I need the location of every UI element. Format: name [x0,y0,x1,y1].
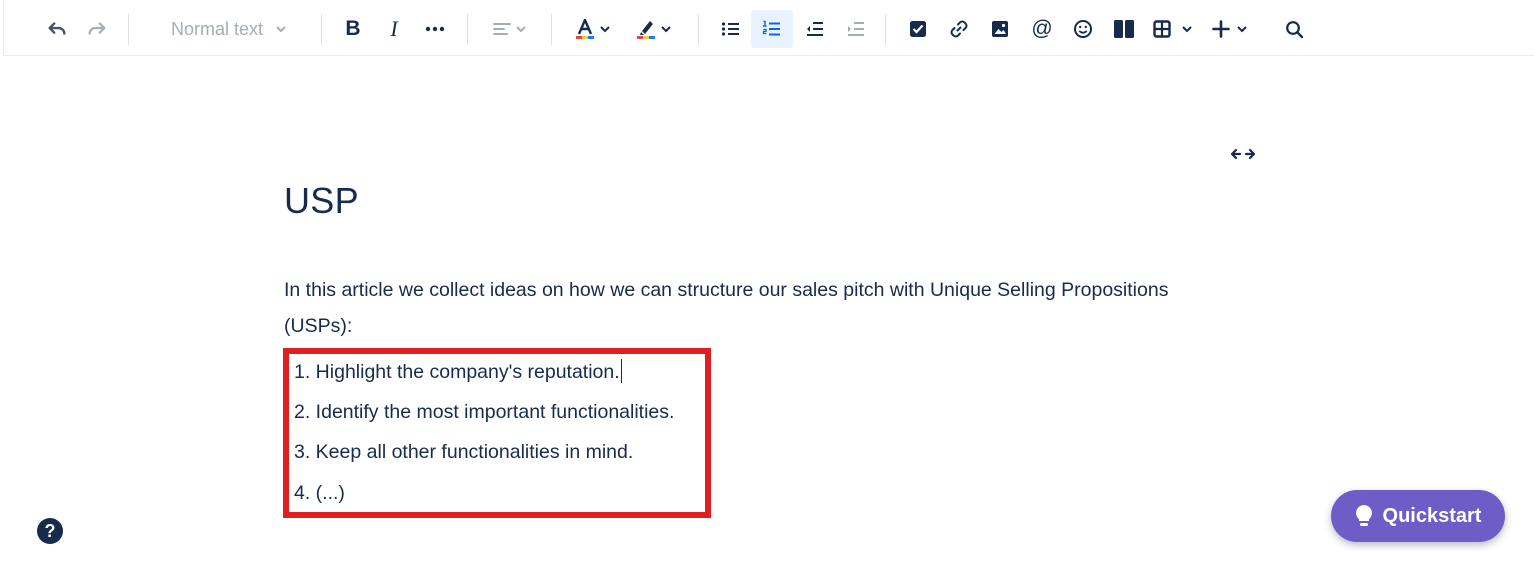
full-width-toggle[interactable] [1228,145,1258,163]
toolbar-divider [698,14,699,45]
page-title[interactable]: USP [284,180,359,222]
chevron-down-icon [660,26,671,33]
confluence-editor: Normal text B I @ USP In this article we… [0,0,1536,581]
search-icon [1285,20,1303,38]
undo-icon [48,22,66,35]
bullet-list-icon [721,22,739,36]
chevron-down-icon [599,26,610,33]
intro-paragraph[interactable]: In this article we collect ideas on how … [284,272,1224,344]
list-item[interactable]: 3. Keep all other functionalities in min… [294,435,714,476]
image-icon [992,21,1008,37]
highlight-icon [636,21,655,39]
emoji-button[interactable] [1065,10,1101,48]
toolbar-divider [128,14,129,45]
numbered-list-icon [762,20,780,36]
table-dropdown[interactable] [1147,10,1199,48]
help-icon: ? [44,520,56,541]
help-button[interactable]: ? [37,518,63,544]
text-cursor [620,359,622,383]
list-item[interactable]: 2. Identify the most important functiona… [294,395,714,436]
chevron-down-icon [276,26,286,33]
emoji-icon [1074,20,1092,38]
quickstart-button[interactable]: Quickstart [1331,490,1505,542]
list-item[interactable]: 1. Highlight the company's reputation. [294,354,714,395]
alignment-dropdown[interactable] [485,10,533,48]
list-item[interactable]: 4. (...) [294,476,714,517]
chevron-down-icon [515,26,526,33]
link-icon [950,20,968,38]
more-formatting-button[interactable] [418,10,452,48]
toolbar-divider [467,14,468,45]
checkbox-icon [910,21,926,37]
layouts-icon [1114,20,1134,38]
chevron-down-icon [1182,26,1192,33]
toolbar-divider [321,14,322,45]
find-replace-button[interactable] [1276,10,1312,48]
text-color-button[interactable] [569,10,615,48]
link-button[interactable] [941,10,977,48]
outdent-button[interactable] [796,10,834,48]
list-item-text: 4. (...) [294,481,345,504]
indent-button[interactable] [837,10,875,48]
bold-button[interactable]: B [336,10,370,48]
bold-icon: B [345,17,361,40]
plus-icon [1212,20,1230,38]
toolbar-divider [885,14,886,45]
undo-button[interactable] [40,10,74,48]
italic-button[interactable]: I [377,10,411,48]
numbered-list-button[interactable] [751,10,793,48]
quickstart-label: Quickstart [1382,504,1482,527]
text-color-icon [575,18,594,39]
more-formatting-icon [425,26,445,32]
mention-icon: @ [1031,17,1053,40]
mention-button[interactable]: @ [1024,10,1060,48]
indent-icon [848,22,864,36]
text-style-dropdown[interactable]: Normal text [154,10,304,48]
chevron-down-icon [1237,26,1247,33]
redo-icon [88,22,106,35]
text-style-label: Normal text [170,18,264,39]
expand-width-icon [1230,148,1256,160]
italic-icon: I [390,16,398,41]
list-item-text: 3. Keep all other functionalities in min… [294,441,634,463]
editor-toolbar: Normal text B I @ [3,0,1534,56]
align-left-icon [492,23,511,35]
list-item-text: 1. Highlight the company's reputation. [294,361,620,383]
redo-button[interactable] [80,10,114,48]
toolbar-divider [551,14,552,45]
action-item-button[interactable] [900,10,936,48]
table-icon [1153,20,1171,38]
image-button[interactable] [982,10,1018,48]
usp-ordered-list[interactable]: 1. Highlight the company's reputation. 2… [294,354,714,516]
highlight-button[interactable] [630,10,676,48]
outdent-icon [807,22,823,36]
list-item-text: 2. Identify the most important functiona… [294,400,675,423]
lightbulb-icon [1355,505,1372,526]
bullet-list-button[interactable] [712,10,750,48]
insert-dropdown[interactable] [1206,10,1254,48]
layouts-button[interactable] [1106,10,1142,48]
